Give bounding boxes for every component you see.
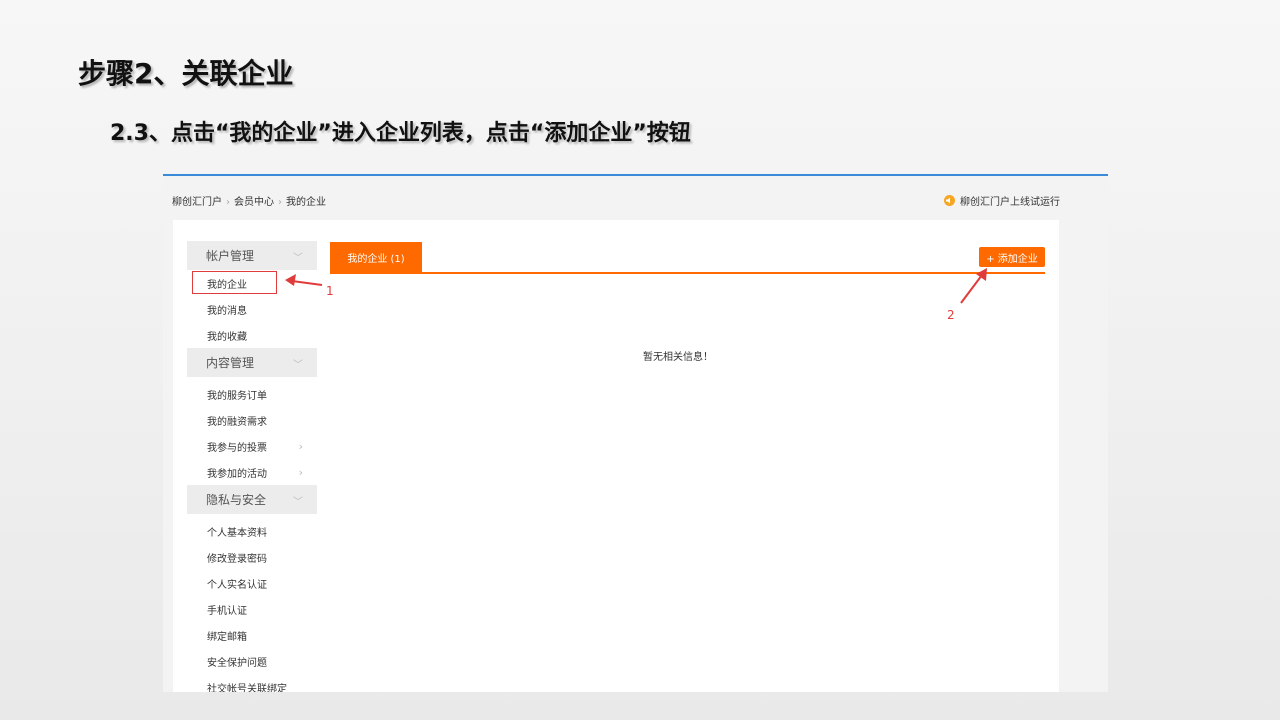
annotation-label-1: 1 [326,284,334,298]
annotation-label-2: 2 [947,308,955,322]
annotation-arrow-2 [960,268,987,304]
annotation-arrow-1 [285,274,323,286]
annotation-arrows [285,268,987,304]
